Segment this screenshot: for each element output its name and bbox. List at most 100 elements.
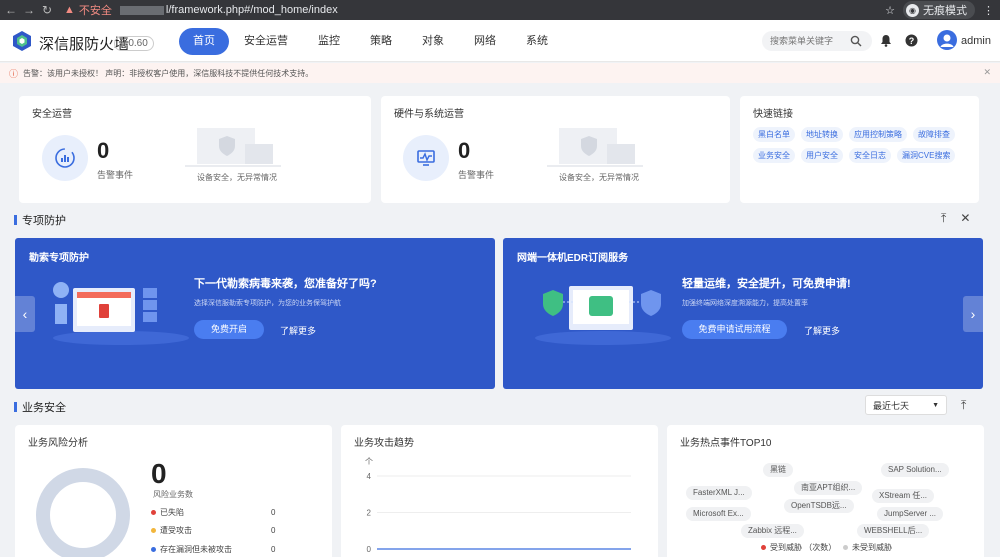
learn-more-link[interactable]: 了解更多 [804,324,840,337]
back-icon[interactable]: ← [4,3,18,17]
quick-link[interactable]: 黑白名单 [753,127,795,142]
main-menu: 首页 安全运营 监控 策略 对象 网络 系统 [179,28,563,55]
legend-dot [761,545,766,550]
quick-link[interactable]: 应用控制策略 [849,127,907,142]
hot-event-tag[interactable]: OpenTSDB远... [784,499,854,513]
incognito-badge[interactable]: ◉ 无痕模式 [903,1,975,19]
banner-headline: 下一代勒索病毒来袭，您准备好了吗? [194,278,377,290]
hardware-ops-card: 硬件与系统运营 0 告警事件 设备安全，无异常情况 [381,96,730,203]
quick-link[interactable]: 用户安全 [801,148,843,163]
hot-event-tag[interactable]: Microsoft Ex... [686,507,751,521]
banner-title: 网端一体机EDR订阅服务 [517,253,629,264]
attack-trend-card: 业务攻击趋势 个 024 [341,425,658,557]
risk-count[interactable]: 0 [151,458,167,490]
legend-dot [151,528,156,533]
search-icon[interactable] [850,35,862,47]
hot-event-tag[interactable]: 黑链 [763,463,793,477]
alert-count-label: 告警事件 [97,170,134,180]
hot-event-tag[interactable]: 南亚APT组织... [794,481,863,495]
sangfor-logo [13,31,31,51]
quick-link[interactable]: 安全日志 [849,148,891,163]
close-section-icon[interactable]: ✕ [960,211,970,226]
menu-monitor[interactable]: 监控 [303,28,355,55]
quick-link[interactable]: 故障排查 [913,127,955,142]
hot-event-tag[interactable]: JumpServer ... [877,507,944,521]
alert-icon: ⓘ [9,68,19,79]
risk-donut [36,468,130,557]
section-actions: ⤒ [961,398,966,413]
close-icon[interactable]: ✕ [983,67,991,78]
time-range-value: 最近七天 [873,400,910,411]
section-heading-business: 业务安全 [14,399,66,415]
top10-card: 业务热点事件TOP10 黑链 SAP Solution... FasterXML… [667,425,984,557]
free-enable-button[interactable]: 免费开启 [194,320,264,339]
hot-event-tag[interactable]: WEBSHELL后... [857,524,930,538]
masked-host [119,5,164,15]
hot-event-tag[interactable]: Zabbix 远程... [741,524,804,538]
search-input[interactable] [770,36,850,46]
banner-headline: 轻量运维，安全提升，可免费申请! [682,278,851,290]
apply-trial-button[interactable]: 免费申请试用流程 [682,320,787,339]
address-bar[interactable]: ▲ 不安全 l/framework.php#/mod_home/index [64,2,338,18]
legend-label: 受到威胁 （次数） [770,543,837,552]
username[interactable]: admin [961,35,991,47]
section-heading-special: 专项防护 [14,212,66,228]
section-title: 业务安全 [22,402,66,414]
quick-link[interactable]: 业务安全 [753,148,795,163]
url-text: l/framework.php#/mod_home/index [165,4,338,16]
menu-home[interactable]: 首页 [179,28,229,55]
ransomware-illustration [53,282,189,345]
alert-count[interactable]: 0 [97,138,109,164]
status-text: 设备安全，无异常情况 [197,173,277,182]
menu-object[interactable]: 对象 [407,28,459,55]
menu-policy[interactable]: 策略 [355,28,407,55]
risk-row-attacked[interactable]: 遭受攻击 0 [151,525,275,536]
star-icon[interactable]: ☆ [885,4,895,17]
avatar[interactable] [937,30,957,50]
refresh-chart-icon [42,135,88,181]
pin-top-icon[interactable]: ⤒ [961,398,966,413]
card-title: 快速链接 [753,109,793,120]
menu-security-ops[interactable]: 安全运营 [229,28,303,55]
risk-row-vulnerable[interactable]: 存在漏洞但未被攻击 0 [151,544,275,555]
menu-search [762,31,872,51]
section-actions: ⤒ ✕ [941,211,970,226]
menu-system[interactable]: 系统 [511,28,563,55]
legend-not-threatened: 未受到威胁 [843,542,892,553]
next-arrow-icon[interactable]: › [963,296,983,332]
risk-count-label: 风险业务数 [153,490,193,499]
browser-bar: ← → ↻ ▲ 不安全 l/framework.php#/mod_home/in… [0,0,1000,20]
quick-links-list: 黑白名单 地址转换 应用控制策略 故障排查 业务安全 用户安全 安全日志 漏洞C… [753,127,963,163]
ransomware-banner: 勒索专项防护 下一代勒索病毒来袭，您准备好了吗? 选择深信服勒索专项防护，为您的… [15,238,495,389]
legend-dot [843,545,848,550]
forward-icon[interactable]: → [22,3,36,17]
card-title: 业务热点事件TOP10 [680,438,772,449]
hot-event-tag[interactable]: SAP Solution... [881,463,949,477]
row-value: 0 [271,508,276,517]
card-title: 安全运营 [32,109,72,120]
help-icon[interactable]: ? [903,32,919,48]
security-ops-card: 安全运营 0 告警事件 设备安全，无异常情况 [19,96,371,203]
pin-top-icon[interactable]: ⤒ [941,211,946,226]
quick-link[interactable]: 漏洞CVE搜索 [897,148,956,163]
reload-icon[interactable]: ↻ [40,3,54,17]
row-label: 已失陷 [160,508,184,517]
learn-more-link[interactable]: 了解更多 [280,324,316,337]
bell-icon[interactable] [878,32,894,48]
alert-count[interactable]: 0 [458,138,470,164]
quick-link[interactable]: 地址转换 [801,127,843,142]
status-text: 设备安全，无异常情况 [559,173,639,182]
prev-arrow-icon[interactable]: ‹ [15,296,35,332]
time-range-select[interactable]: 最近七天 ▼ [865,395,947,415]
hot-event-tag[interactable]: FasterXML J... [686,486,752,500]
legend-dot [151,510,156,515]
incognito-icon: ◉ [906,3,919,17]
legend-label: 未受到威胁 [852,543,892,552]
more-menu-icon[interactable]: ⋮ [983,4,994,17]
insecure-label: 不安全 [78,5,112,17]
menu-network[interactable]: 网络 [459,28,511,55]
risk-row-compromised[interactable]: 已失陷 0 [151,507,275,518]
risk-analysis-card: 业务风险分析 0 风险业务数 已失陷 0 遭受攻击 0 存在漏洞但未被攻击 0 [15,425,332,557]
edr-banner: 网端一体机EDR订阅服务 轻量运维，安全提升，可免费申请! 加强终端网络深度溯源… [503,238,983,389]
hot-event-tag[interactable]: XStream 任... [872,489,935,503]
